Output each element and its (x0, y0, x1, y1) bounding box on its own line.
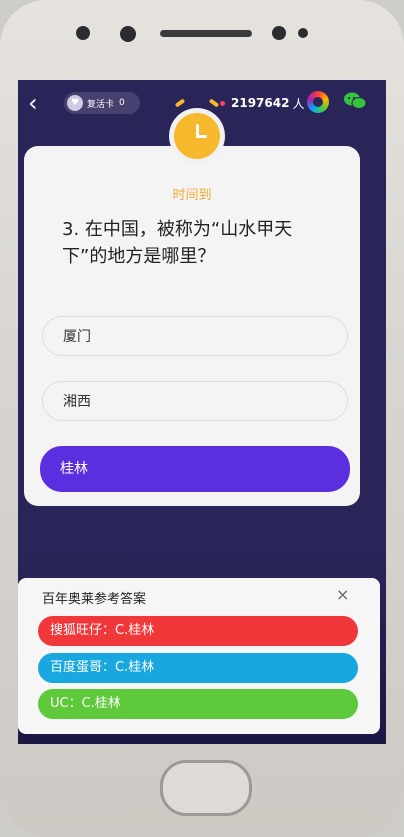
live-dot-icon (220, 100, 225, 106)
home-button[interactable] (160, 760, 252, 816)
revive-card-badge[interactable]: ♥ 复活卡 0 (64, 92, 140, 114)
close-icon[interactable]: × (336, 585, 349, 604)
heart-icon: ♥ (67, 95, 83, 111)
online-number: 2197642 (231, 96, 290, 110)
answer-uc: UC：C.桂林 (38, 689, 358, 719)
question-card: 时间到 3. 在中国，被称为“山水甲天下”的地方是哪里？ 厦门 湘西 桂林 (24, 98, 360, 506)
clock-ear-left (174, 98, 186, 108)
earpiece-speaker (160, 30, 252, 37)
online-count: 2197642 人 (220, 92, 304, 114)
revive-card-label: 复活卡 (87, 99, 115, 110)
clock-icon (174, 113, 220, 159)
answer-baidu: 百度蛋哥：C.桂林 (38, 653, 358, 683)
online-unit: 人 (292, 96, 305, 111)
color-wheel-icon[interactable] (307, 91, 329, 113)
reference-answers-panel: 百年奥莱参考答案 × 搜狐旺仔：C.桂林 百度蛋哥：C.桂林 UC：C.桂林 (18, 578, 380, 734)
front-sensor-2 (298, 28, 308, 38)
clock-ear-right (208, 98, 220, 108)
timer (169, 98, 225, 164)
option-c-selected[interactable]: 桂林 (40, 446, 350, 492)
app-screen: ‹ ♥ 复活卡 0 2197642 人 时间到 3. 在中国，被称为“山水甲天下… (18, 80, 386, 744)
phone-frame: ‹ ♥ 复活卡 0 2197642 人 时间到 3. 在中国，被称为“山水甲天下… (0, 0, 404, 837)
wechat-icon[interactable] (344, 92, 366, 110)
front-camera (76, 26, 90, 40)
sensor (120, 26, 136, 42)
back-button[interactable]: ‹ (28, 91, 50, 115)
front-camera-2 (272, 26, 286, 40)
time-up-label: 时间到 (172, 188, 212, 203)
revive-card-count: 0 (119, 98, 125, 108)
panel-title: 百年奥莱参考答案 (42, 592, 147, 607)
option-b[interactable]: 湘西 (42, 381, 348, 421)
option-a[interactable]: 厦门 (42, 316, 348, 356)
answer-sohu: 搜狐旺仔：C.桂林 (38, 616, 358, 646)
question-text: 3. 在中国，被称为“山水甲天下”的地方是哪里？ (62, 219, 293, 267)
